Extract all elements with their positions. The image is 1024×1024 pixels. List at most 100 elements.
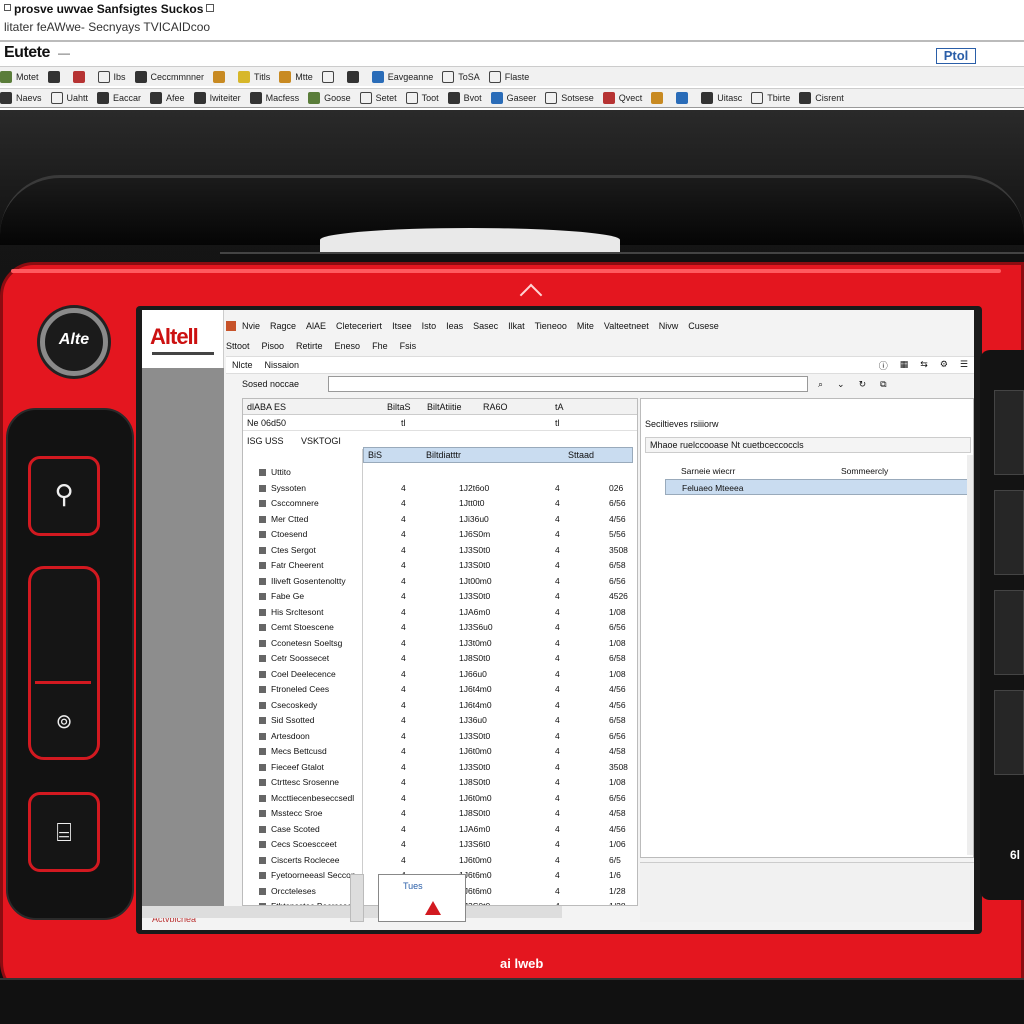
header-cell[interactable]: BiltaS bbox=[387, 402, 411, 412]
table-row[interactable]: Msstecc Sroe 4 1J8S0t0 4 4/58 bbox=[243, 806, 637, 822]
sub-menu-item[interactable]: Fhe bbox=[372, 341, 388, 351]
toolbar-item[interactable] bbox=[47, 70, 64, 83]
row-checkbox[interactable] bbox=[259, 670, 266, 678]
menu-item[interactable]: Sasec bbox=[473, 321, 498, 331]
table-row[interactable]: Csecoskedy 4 1J6t4m0 4 4/56 bbox=[243, 698, 637, 714]
table-row[interactable]: Csccomnere 4 1Jtt0t0 4 6/56 bbox=[243, 496, 637, 512]
sub-menu-item[interactable]: Retirte bbox=[296, 341, 323, 351]
sub-menu-item[interactable]: Eneso bbox=[335, 341, 361, 351]
vertical-scrollbar[interactable] bbox=[967, 455, 973, 855]
toolbar-item[interactable]: Iwiteiter bbox=[193, 92, 241, 104]
toolbar-item[interactable]: Goose bbox=[308, 92, 351, 104]
device-logo-knob[interactable]: Alte bbox=[40, 308, 108, 376]
row-checkbox[interactable] bbox=[259, 810, 266, 817]
table-row[interactable]: Cecs Scoescceet 4 1J3S6t0 4 1/06 bbox=[243, 837, 637, 853]
row-checkbox[interactable] bbox=[259, 608, 266, 616]
sub-menu-item[interactable]: Fsis bbox=[400, 341, 417, 351]
resize-handle[interactable] bbox=[350, 874, 364, 922]
table-row[interactable]: Ctrttesc Srosenne 4 1J8S0t0 4 1/08 bbox=[243, 775, 637, 791]
toolbar-item[interactable]: Uahtt bbox=[50, 92, 88, 104]
refresh-icon[interactable]: ↻ bbox=[859, 379, 867, 390]
toolbar-item[interactable]: Flaste bbox=[488, 70, 529, 83]
row-checkbox[interactable] bbox=[259, 624, 266, 631]
row-checkbox[interactable] bbox=[259, 469, 266, 476]
toolbar-item[interactable]: Nissaion bbox=[265, 360, 300, 370]
row-checkbox[interactable] bbox=[259, 593, 266, 600]
menu-item[interactable]: Mite bbox=[577, 321, 594, 331]
search-icon[interactable]: ⌕ bbox=[818, 379, 823, 390]
table-row[interactable]: Fieceef Gtalot 4 1J3S0t0 4 3508 bbox=[243, 760, 637, 776]
action-button[interactable]: Tues bbox=[378, 874, 466, 922]
window-control-icon[interactable] bbox=[4, 4, 11, 11]
table-row[interactable]: Fabe Ge 4 1J3S0t0 4 4526 bbox=[243, 589, 637, 605]
chevron-down-icon[interactable]: ⌄ bbox=[837, 379, 845, 390]
row-checkbox[interactable] bbox=[259, 794, 266, 802]
row-checkbox[interactable] bbox=[259, 577, 266, 585]
column-header-cell[interactable]: Sttaad bbox=[568, 450, 594, 460]
menu-item[interactable]: Ieas bbox=[446, 321, 463, 331]
row-checkbox[interactable] bbox=[259, 515, 266, 523]
toolbar-item[interactable] bbox=[72, 70, 89, 83]
row-checkbox[interactable] bbox=[259, 763, 266, 771]
row-checkbox[interactable] bbox=[259, 732, 266, 740]
menu-item[interactable]: Cleteceriert bbox=[336, 321, 382, 331]
row-checkbox[interactable] bbox=[259, 686, 266, 693]
column-header-cell[interactable]: Biltdiatttr bbox=[426, 450, 461, 460]
table-row[interactable]: Mccttiecenbeseccsedl 4 1J6t0m0 4 6/56 bbox=[243, 791, 637, 807]
column-header-cell[interactable]: BiS bbox=[368, 450, 382, 460]
toolbar-item[interactable]: Setet bbox=[359, 92, 397, 104]
menu-item[interactable]: Valteetneet bbox=[604, 321, 649, 331]
table-row[interactable]: Mecs Bettcusd 4 1J6t0m0 4 4/58 bbox=[243, 744, 637, 760]
grid-icon[interactable]: ▦ bbox=[900, 359, 909, 372]
row-checkbox[interactable] bbox=[259, 546, 266, 554]
toolbar-item[interactable]: Afee bbox=[150, 92, 185, 104]
toolbar-item[interactable]: ToSA bbox=[442, 70, 480, 83]
row-checkbox[interactable] bbox=[259, 748, 266, 755]
sub-menu-item[interactable]: Pisoo bbox=[262, 341, 285, 351]
toolbar-item[interactable]: Bvot bbox=[447, 92, 482, 104]
table-row[interactable]: Uttito bbox=[243, 465, 637, 481]
detail-tab[interactable]: Mhaoe ruelccooase Nt cuetbceccoccls bbox=[645, 437, 971, 453]
swap-icon[interactable]: ⇆ bbox=[920, 359, 928, 372]
header-cell[interactable]: dlABA ES bbox=[247, 402, 286, 412]
toolbar-item[interactable] bbox=[676, 92, 692, 104]
hardware-button-middle[interactable]: ⊚ bbox=[28, 566, 100, 760]
toolbar-item[interactable]: Toot bbox=[405, 92, 439, 104]
hardware-button-top[interactable]: ⚲ bbox=[28, 456, 100, 536]
header-cell[interactable]: BiltAtiitie bbox=[427, 402, 462, 412]
hardware-button-bottom[interactable]: ⌸ bbox=[28, 792, 100, 872]
table-row[interactable]: Cetr Soossecet 4 1J8S0t0 4 6/58 bbox=[243, 651, 637, 667]
toolbar-item[interactable]: Titls bbox=[238, 70, 270, 83]
toolbar-item[interactable]: Cisrent bbox=[799, 92, 844, 104]
row-checkbox[interactable] bbox=[259, 825, 266, 833]
row-checkbox[interactable] bbox=[259, 655, 266, 662]
header-cell[interactable]: RA6O bbox=[483, 402, 508, 412]
table-row[interactable]: Iliveft Gosentenoltty 4 1Jt00m0 4 6/56 bbox=[243, 574, 637, 590]
toolbar-item[interactable] bbox=[213, 70, 229, 83]
toolbar-item[interactable]: Tbirte bbox=[751, 92, 790, 104]
toolbar-item[interactable]: Eavgeanne bbox=[371, 70, 433, 83]
menu-item[interactable]: Tieneoo bbox=[535, 321, 567, 331]
table-row[interactable]: Fatr Cheerent 4 1J3S0t0 4 6/58 bbox=[243, 558, 637, 574]
table-row[interactable]: Ciscerts Roclecee 4 1J6t0m0 4 6/5 bbox=[243, 853, 637, 869]
toolbar-item[interactable] bbox=[346, 70, 363, 83]
toolbar-item[interactable]: Macfess bbox=[249, 92, 299, 104]
row-checkbox[interactable] bbox=[259, 639, 266, 647]
table-row[interactable]: Mer Ctted 4 1Ji36u0 4 4/56 bbox=[243, 512, 637, 528]
row-checkbox[interactable] bbox=[259, 701, 266, 709]
menu-item[interactable]: Isto bbox=[422, 321, 437, 331]
info-icon[interactable]: ⓘ bbox=[879, 359, 888, 372]
toolbar-item[interactable]: Sotsese bbox=[545, 92, 594, 104]
table-row[interactable]: Coel Deelecence 4 1J66u0 4 1/08 bbox=[243, 667, 637, 683]
table-row[interactable]: Artesdoon 4 1J3S0t0 4 6/56 bbox=[243, 729, 637, 745]
toolbar-item[interactable]: Motet bbox=[0, 70, 39, 83]
table-row[interactable]: Syssoten 4 1J2t6o0 4 026 bbox=[243, 481, 637, 497]
table-row[interactable]: Case Scoted 4 1JA6m0 4 4/56 bbox=[243, 822, 637, 838]
toolbar-item[interactable] bbox=[651, 92, 667, 104]
row-checkbox[interactable] bbox=[259, 500, 266, 507]
menu-item[interactable]: AlAE bbox=[306, 321, 326, 331]
menu-item[interactable]: Ragce bbox=[270, 321, 296, 331]
row-checkbox[interactable] bbox=[259, 872, 266, 879]
table-row[interactable]: Sid Ssotted 4 1J36u0 4 6/58 bbox=[243, 713, 637, 729]
row-checkbox[interactable] bbox=[259, 531, 266, 538]
